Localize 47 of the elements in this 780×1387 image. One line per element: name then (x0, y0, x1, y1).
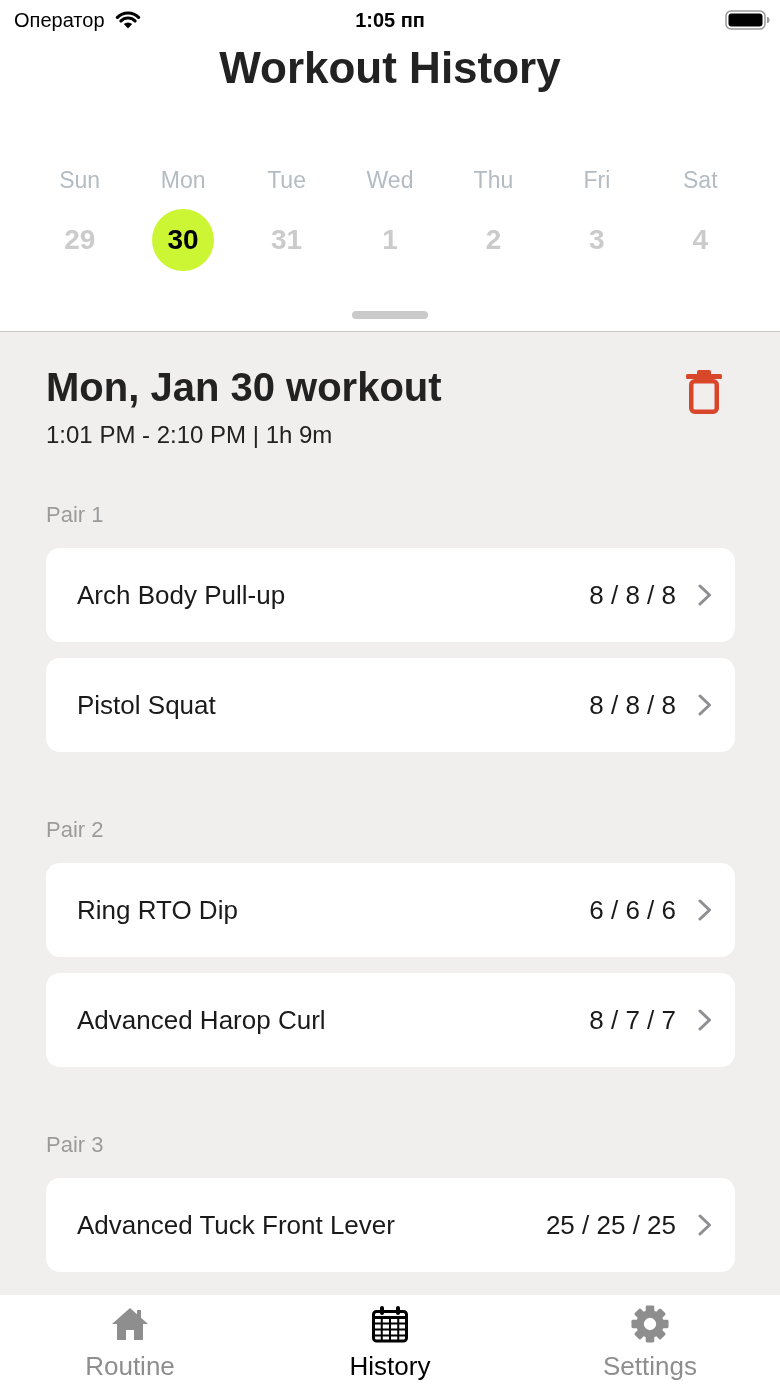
status-time: 1:05 пп (355, 8, 425, 32)
weekday-label: Sat (683, 166, 718, 195)
weekday-label: Sun (59, 166, 101, 195)
home-icon (111, 1305, 149, 1343)
tab[interactable]: Routine (0, 1295, 260, 1387)
exercise-name: Pistol Squat (77, 689, 217, 721)
battery-icon (725, 10, 770, 30)
weekday-label: Mon (160, 166, 206, 195)
weekday-label: Fri (583, 166, 611, 195)
trash-icon (686, 370, 722, 414)
date-button[interactable]: 30 (152, 209, 215, 271)
reps-value: 8 / 7 / 7 (589, 1004, 676, 1036)
reps-value: 25 / 25 / 25 (545, 1209, 676, 1241)
carrier-name: Оператор (14, 8, 105, 32)
chevron-icon (698, 899, 712, 921)
reps-value: 8 / 8 / 8 (589, 579, 676, 611)
drag-handle[interactable] (352, 311, 428, 319)
workout-time: 1:01 PM - 2:10 PM | 1h 9m (46, 420, 334, 450)
exercise-name: Advanced Harop Curl (77, 1004, 327, 1036)
chevron-icon (698, 694, 712, 716)
tab[interactable]: Settings (520, 1295, 780, 1387)
workout-title: Mon, Jan 30 workout (46, 364, 442, 411)
calendar-icon (371, 1305, 409, 1343)
exercise-card[interactable]: Ring RTO Dip 6 / 6 / 6 (46, 863, 735, 957)
chevron-icon (698, 1009, 712, 1031)
exercise-card[interactable]: Arch Body Pull-up 8 / 8 / 8 (46, 548, 735, 642)
weekday-label: Wed (366, 166, 414, 195)
chevron-icon (698, 1214, 712, 1236)
settings-icon (630, 1305, 670, 1343)
weekday-label: Thu (473, 166, 514, 195)
exercise-card[interactable]: Advanced Harop Curl 8 / 7 / 7 (46, 973, 735, 1067)
exercise-card[interactable]: Advanced Tuck Front Lever 25 / 25 / 25 (46, 1178, 735, 1272)
chevron-icon (698, 584, 712, 606)
exercise-name: Advanced Tuck Front Lever (77, 1209, 396, 1241)
reps-value: 8 / 8 / 8 (589, 689, 676, 721)
exercise-name: Ring RTO Dip (77, 894, 239, 926)
section-label: Pair 3 (46, 1131, 105, 1159)
weekday-label: Tue (267, 166, 306, 195)
page-title: Workout History (218, 42, 562, 94)
section-label: Pair 1 (46, 501, 105, 529)
delete-button[interactable] (686, 370, 722, 414)
exercise-card[interactable]: Pistol Squat 8 / 8 / 8 (46, 658, 735, 752)
reps-value: 6 / 6 / 6 (589, 894, 676, 926)
wifi-icon (114, 9, 141, 29)
tab[interactable]: History (260, 1295, 520, 1387)
section-label: Pair 2 (46, 816, 105, 844)
exercise-name: Arch Body Pull-up (77, 579, 287, 611)
